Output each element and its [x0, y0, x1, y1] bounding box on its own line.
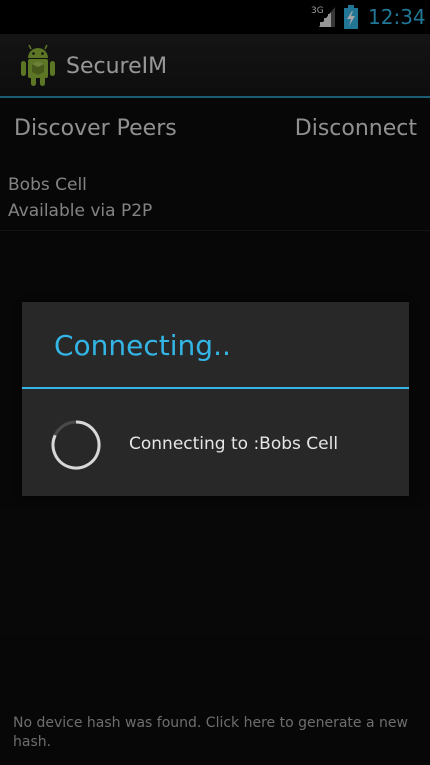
progress-spinner-icon: [51, 420, 101, 470]
dialog-divider: [22, 387, 409, 389]
dialog-message: Connecting to :Bobs Cell: [129, 434, 339, 454]
dialog-title: Connecting..: [54, 329, 231, 362]
progress-dialog: Connecting.. Connecting to :Bobs Cell: [22, 302, 409, 496]
